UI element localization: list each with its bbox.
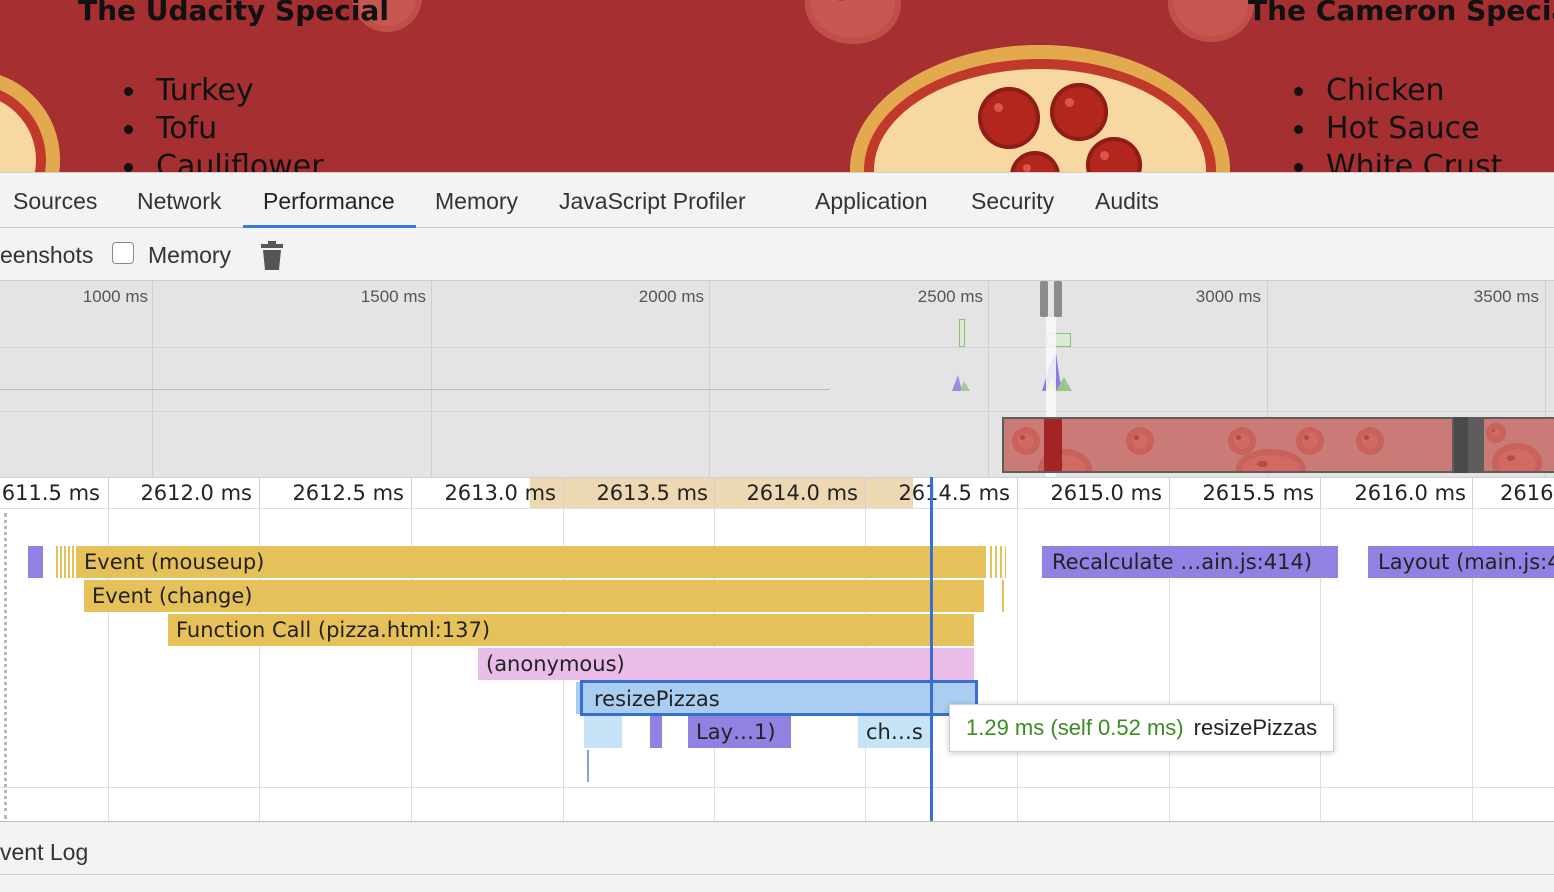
- trash-icon[interactable]: [260, 241, 284, 271]
- overview-tick-label: 1500 ms: [360, 287, 426, 306]
- overview-tick-label: 2000 ms: [638, 287, 704, 306]
- overview-tick-label: 1000 ms: [82, 287, 148, 306]
- filmstrip-separator: [1454, 417, 1468, 473]
- tooltip-duration: 1.29 ms (self 0.52 ms): [966, 715, 1184, 740]
- tab-application[interactable]: Application: [815, 173, 928, 227]
- memory-checkbox-label[interactable]: Memory: [148, 228, 231, 282]
- overview-tick-label: 3000 ms: [1195, 287, 1261, 306]
- pizza-image: [0, 70, 60, 172]
- ruler-tick-label: 2614.0 ms: [746, 481, 858, 505]
- flame-entry-layout-short[interactable]: Lay…1): [688, 716, 791, 748]
- ruler-tick-label: 2615.5 ms: [1202, 481, 1314, 505]
- flame-entry-sliver[interactable]: [650, 716, 662, 748]
- ruler-tick-label: 2616: [1500, 481, 1554, 505]
- overview-tick-label: 3500 ms: [1473, 287, 1539, 306]
- memory-checkbox[interactable]: [112, 242, 134, 264]
- pizza-image: [1168, 0, 1254, 42]
- ingredient-item: Tofu: [120, 110, 324, 148]
- ruler-tick-label: 2612.0 ms: [140, 481, 252, 505]
- tooltip-function-name: resizePizzas: [1193, 715, 1318, 740]
- pizza-title-right: The Cameron Special: [1248, 0, 1554, 27]
- ingredient-item: Hot Sauce: [1290, 110, 1502, 148]
- flame-entry-function-call[interactable]: Function Call (pizza.html:137): [168, 614, 974, 646]
- tab-memory[interactable]: Memory: [435, 173, 518, 227]
- selection-handle-left[interactable]: [1040, 281, 1048, 317]
- timeline-overview[interactable]: 1000 ms 1500 ms 2000 ms 2500 ms 3000 ms …: [0, 281, 1554, 477]
- flame-entry-resize-pizzas[interactable]: resizePizzas: [580, 680, 978, 716]
- tab-javascript-profiler[interactable]: JavaScript Profiler: [559, 173, 746, 227]
- flame-entry-event-mouseup[interactable]: Event (mouseup): [76, 546, 986, 578]
- ingredient-item: Turkey: [120, 72, 324, 110]
- tab-performance[interactable]: Performance: [263, 173, 395, 227]
- flame-entry-event-change[interactable]: Event (change): [84, 580, 984, 612]
- ruler-tick-label: 2615.0 ms: [1050, 481, 1162, 505]
- devtools-tab-bar: Sources Network Performance Memory JavaS…: [0, 172, 1554, 228]
- screenshots-checkbox-label[interactable]: eenshots: [0, 228, 93, 282]
- tab-network[interactable]: Network: [137, 173, 221, 227]
- screenshot-filmstrip: [1002, 417, 1554, 473]
- flame-entry-recalculate-style[interactable]: Recalculate …ain.js:414): [1042, 546, 1338, 578]
- tab-sources[interactable]: Sources: [13, 173, 97, 227]
- flame-entry-sliver[interactable]: [28, 546, 43, 578]
- tab-audits[interactable]: Audits: [1095, 173, 1159, 227]
- flame-entry-anonymous[interactable]: (anonymous): [478, 648, 974, 680]
- performance-toolbar: eenshots Memory: [0, 228, 1554, 281]
- cpu-activity-chart: [952, 353, 1072, 391]
- ruler-tick-label: 611.5 ms: [1, 481, 100, 505]
- pizza-title-left: The Udacity Special: [78, 0, 389, 27]
- pizza-image: [805, 0, 901, 44]
- tab-security[interactable]: Security: [971, 173, 1054, 227]
- screenshot-frame[interactable]: [1484, 419, 1554, 471]
- flame-entry-sliver[interactable]: [990, 546, 1006, 578]
- flame-entry-ch-short[interactable]: ch…s: [858, 716, 930, 748]
- flame-entry-sliver[interactable]: [584, 716, 622, 748]
- flame-chart-ruler: 611.5 ms 2612.0 ms 2612.5 ms 2613.0 ms 2…: [0, 477, 1554, 509]
- flame-chart[interactable]: Event (mouseup) Event (change) Function …: [0, 509, 1554, 821]
- tab-event-log[interactable]: vent Log: [0, 822, 88, 882]
- cpu-baseline: [0, 389, 830, 390]
- ingredient-item: Chicken: [1290, 72, 1502, 110]
- overview-tick-label: 2500 ms: [917, 287, 983, 306]
- ruler-tick-label: 2613.0 ms: [444, 481, 556, 505]
- ruler-tick-label: 2612.5 ms: [292, 481, 404, 505]
- bottom-panel: vent Log: [0, 821, 1554, 892]
- flame-entry-sliver[interactable]: [1002, 580, 1004, 612]
- ruler-tick-label: 2616.0 ms: [1354, 481, 1466, 505]
- ruler-tick-label: 2614.5 ms: [898, 481, 1010, 505]
- ingredient-item: Cauliflower: [120, 148, 324, 172]
- ingredient-list-left: Turkey Tofu Cauliflower: [120, 72, 324, 172]
- ingredient-item: White Crust: [1290, 148, 1502, 172]
- flame-entry-sliver[interactable]: [587, 750, 589, 782]
- screenshot-frame[interactable]: [1004, 419, 1452, 471]
- timeline-cursor: [930, 509, 933, 821]
- pizza-image: [850, 45, 1230, 172]
- flame-entry-layout[interactable]: Layout (main.js:4: [1368, 546, 1554, 578]
- flame-entry-sliver[interactable]: [56, 546, 76, 578]
- selection-handle-right[interactable]: [1054, 281, 1062, 317]
- timeline-cursor-ruler: [930, 477, 933, 509]
- ingredient-list-right: Chicken Hot Sauce White Crust: [1290, 72, 1502, 172]
- flame-entry-tooltip: 1.29 ms (self 0.52 ms) resizePizzas: [949, 704, 1335, 752]
- flame-left-edge: [4, 513, 7, 819]
- ruler-tick-label: 2613.5 ms: [596, 481, 708, 505]
- page-preview: The Udacity Special Turkey Tofu Cauliflo…: [0, 0, 1554, 172]
